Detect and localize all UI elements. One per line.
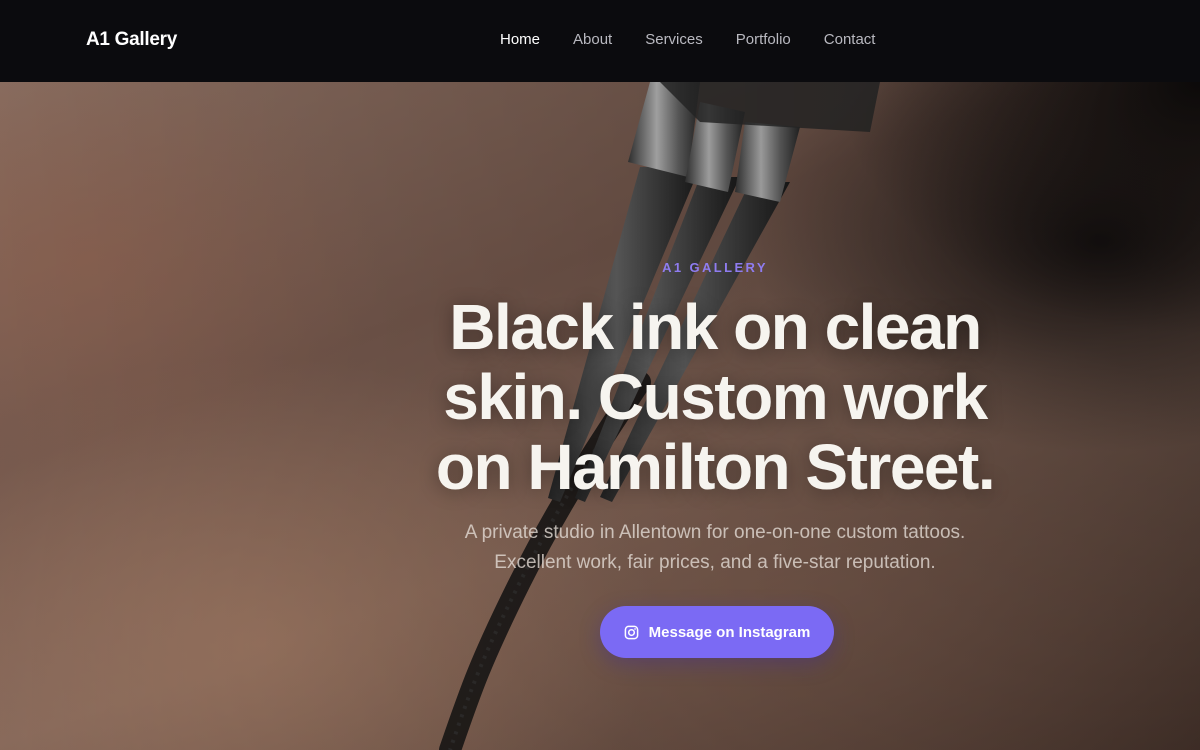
headline-line: Black ink on clean: [449, 291, 982, 363]
headline-line: skin. Custom work: [443, 361, 988, 433]
message-on-instagram-button[interactable]: Message on Instagram: [600, 606, 834, 658]
cta-label: Message on Instagram: [648, 623, 811, 641]
instagram-icon: [624, 625, 638, 639]
hero-subtext: A private studio in Allentown for one-on…: [360, 518, 1070, 578]
top-navbar: A1 Gallery Home About Services Portfolio…: [0, 0, 1200, 82]
nav-link-about[interactable]: About: [573, 31, 612, 49]
subtext-line: Excellent work, fair prices, and a five-…: [494, 552, 936, 573]
nav-link-contact[interactable]: Contact: [824, 31, 876, 49]
nav-link-portfolio[interactable]: Portfolio: [736, 31, 791, 49]
main-nav: Home About Services Portfolio Contact: [500, 31, 908, 49]
hero-eyebrow: A1 GALLERY: [662, 260, 768, 275]
nav-link-home[interactable]: Home: [500, 31, 540, 49]
nav-link-services[interactable]: Services: [645, 31, 703, 49]
headline-line: on Hamilton Street.: [435, 431, 996, 503]
brand-logo[interactable]: A1 Gallery: [86, 29, 177, 51]
subtext-line: A private studio in Allentown for one-on…: [464, 522, 966, 543]
hero-headline: Black ink on clean skin. Custom work on …: [360, 292, 1070, 502]
hero-section: A1 GALLERY Black ink on clean skin. Cust…: [0, 82, 1200, 750]
